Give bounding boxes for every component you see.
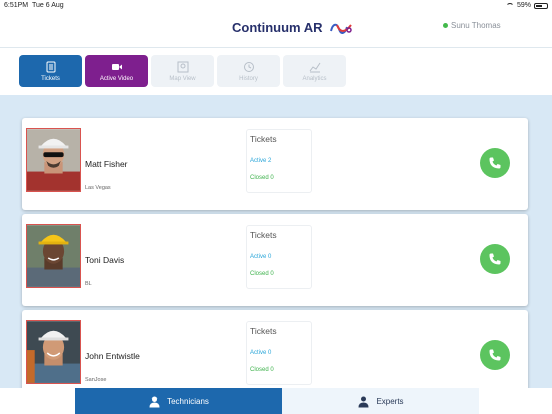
analytics-icon (309, 62, 320, 72)
active-tickets-count[interactable]: Active 0 (250, 254, 271, 260)
status-time: 6:51PM Tue 6 Aug (4, 2, 64, 9)
online-indicator (443, 23, 448, 28)
analytics-button[interactable]: Analytics (283, 55, 346, 87)
active-tickets-count[interactable]: Active 0 (250, 350, 271, 356)
tickets-summary-title: Tickets (250, 326, 277, 336)
closed-tickets-count[interactable]: Closed 0 (250, 175, 274, 181)
battery-icon (534, 2, 548, 9)
closed-tickets-count[interactable]: Closed 0 (250, 271, 274, 277)
technician-name: John Entwistle (85, 351, 140, 361)
person-photo-icon (27, 129, 80, 191)
map-view-button[interactable]: Map View (151, 55, 214, 87)
tickets-button[interactable]: Tickets (19, 55, 82, 87)
bottom-tab-bar: Technicians Experts (0, 388, 552, 414)
technician-card[interactable]: Toni Davis BL Tickets Active 0 Closed 0 (22, 214, 528, 306)
person-photo-icon (27, 321, 80, 383)
technician-name: Matt Fisher (85, 159, 128, 169)
technician-location: BL (85, 281, 92, 287)
video-camera-icon (111, 63, 122, 70)
phone-icon (489, 349, 501, 361)
technician-icon (149, 396, 160, 407)
closed-tickets-count[interactable]: Closed 0 (250, 367, 274, 373)
status-right: 59% (505, 2, 548, 9)
app-title: Continuum AR (232, 20, 323, 35)
tickets-button-label: Tickets (41, 75, 60, 82)
active-tickets-count[interactable]: Active 2 (250, 158, 271, 164)
app-header: Continuum AR Sunu Thomas (0, 12, 552, 48)
technician-photo (26, 320, 81, 384)
phone-icon (489, 253, 501, 265)
toolbar: Tickets Active Video Map View History An… (0, 49, 552, 95)
status-bar: 6:51PM Tue 6 Aug 59% (0, 0, 552, 12)
user-status[interactable]: Sunu Thomas (443, 21, 501, 30)
expert-icon (358, 396, 369, 407)
battery-percent: 59% (516, 2, 531, 9)
technician-card[interactable]: Matt Fisher Las Vegas Tickets Active 2 C… (22, 118, 528, 210)
technician-location: Las Vegas (85, 185, 111, 191)
tab-experts-label: Experts (376, 396, 404, 406)
brand: Continuum AR (232, 20, 353, 35)
user-name: Sunu Thomas (451, 21, 501, 30)
call-button[interactable] (480, 148, 510, 178)
tickets-summary: Tickets Active 2 Closed 0 (246, 129, 312, 193)
call-button[interactable] (480, 244, 510, 274)
history-button[interactable]: History (217, 55, 280, 87)
person-photo-icon (27, 225, 80, 287)
tab-technicians[interactable]: Technicians (75, 388, 282, 414)
continuum-logo-icon (329, 23, 352, 34)
technician-list[interactable]: Matt Fisher Las Vegas Tickets Active 2 C… (0, 95, 552, 388)
wifi-icon (505, 2, 514, 9)
technician-name: Toni Davis (85, 255, 125, 265)
tickets-summary-title: Tickets (250, 230, 277, 240)
tab-technicians-label: Technicians (167, 396, 209, 406)
history-button-label: History (239, 75, 258, 82)
technician-location: SanJose (85, 377, 107, 383)
technician-photo (26, 224, 81, 288)
analytics-button-label: Analytics (302, 75, 327, 82)
active-video-button-label: Active Video (99, 75, 134, 82)
technician-photo (26, 128, 81, 192)
technician-card[interactable]: John Entwistle SanJose Tickets Active 0 … (22, 310, 528, 388)
active-video-button[interactable]: Active Video (85, 55, 148, 87)
tickets-summary-title: Tickets (250, 134, 277, 144)
tickets-summary: Tickets Active 0 Closed 0 (246, 321, 312, 385)
map-icon (177, 61, 188, 72)
tickets-summary: Tickets Active 0 Closed 0 (246, 225, 312, 289)
tickets-icon (46, 61, 55, 72)
history-icon (243, 61, 254, 72)
map-view-button-label: Map View (169, 75, 196, 82)
tab-experts[interactable]: Experts (282, 388, 479, 414)
phone-icon (489, 157, 501, 169)
call-button[interactable] (480, 340, 510, 370)
